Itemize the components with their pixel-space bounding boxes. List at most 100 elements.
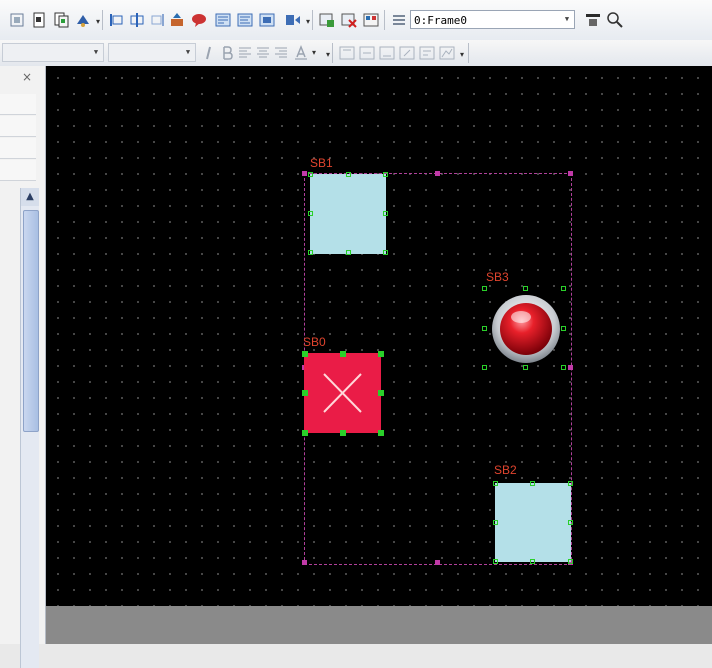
italic-icon[interactable] <box>200 44 218 62</box>
resize-handle[interactable] <box>346 172 351 177</box>
selection-handle[interactable] <box>435 560 440 565</box>
panel-scrollbar[interactable]: ▲ <box>20 188 39 668</box>
resize-handle[interactable] <box>523 286 528 291</box>
left-panel: × ▲ <box>0 66 46 668</box>
selection-handle[interactable] <box>302 560 307 565</box>
text-top-icon[interactable] <box>338 44 356 62</box>
align-center-icon[interactable] <box>128 11 146 29</box>
sb0-button[interactable] <box>304 353 381 433</box>
zoom-icon[interactable] <box>606 11 624 29</box>
text-wrap-icon[interactable] <box>418 44 436 62</box>
sb3-label: SB3 <box>486 270 509 284</box>
close-icon[interactable]: × <box>22 70 32 84</box>
resize-handle[interactable] <box>308 172 313 177</box>
resize-handle[interactable] <box>493 481 498 486</box>
resize-handle[interactable] <box>378 430 384 436</box>
page-icon[interactable] <box>30 11 48 29</box>
design-canvas[interactable]: SB1 SB3 SB0 SB2 <box>46 66 712 606</box>
resize-handle[interactable] <box>383 172 388 177</box>
panel-row[interactable] <box>0 138 36 159</box>
align-right-icon[interactable] <box>148 11 166 29</box>
layout-icon-2[interactable] <box>236 11 254 29</box>
resize-handle[interactable] <box>378 351 384 357</box>
frame-select-value: 0:Frame0 <box>414 14 467 27</box>
selection-handle[interactable] <box>568 365 573 370</box>
sb2-label: SB2 <box>494 463 517 477</box>
resize-handle[interactable] <box>482 326 487 331</box>
text-bottom-icon[interactable] <box>378 44 396 62</box>
frame-select[interactable]: 0:Frame0 ▼ <box>410 10 575 29</box>
scroll-thumb[interactable] <box>23 210 39 432</box>
resize-handle[interactable] <box>523 365 528 370</box>
frame-props-icon[interactable] <box>362 11 380 29</box>
selection-handle[interactable] <box>435 171 440 176</box>
frame-manager-icon[interactable] <box>584 11 602 29</box>
chevron-down-icon[interactable]: ▼ <box>181 44 195 61</box>
resize-handle[interactable] <box>493 559 498 564</box>
panel-row[interactable] <box>0 116 36 137</box>
resize-handle[interactable] <box>493 520 498 525</box>
layout-icon-1[interactable] <box>214 11 232 29</box>
resize-handle[interactable] <box>308 250 313 255</box>
resize-handle[interactable] <box>561 365 566 370</box>
copy-page-icon[interactable] <box>52 11 70 29</box>
resize-handle[interactable] <box>340 430 346 436</box>
sb3-lamp[interactable] <box>489 292 563 366</box>
toolbar-separator <box>468 43 469 63</box>
toolbar-separator <box>102 10 103 30</box>
canvas-bottom-area <box>46 606 712 644</box>
comment-icon[interactable] <box>190 11 208 29</box>
panel-row[interactable] <box>0 160 36 181</box>
chevron-down-icon[interactable]: ▾ <box>312 49 317 57</box>
align-text-center-icon[interactable] <box>254 44 272 62</box>
bring-front-icon[interactable] <box>168 11 186 29</box>
align-text-right-icon[interactable] <box>272 44 290 62</box>
align-text-left-icon[interactable] <box>236 44 254 62</box>
resize-handle[interactable] <box>482 286 487 291</box>
bold-icon[interactable] <box>218 44 236 62</box>
resize-handle[interactable] <box>308 211 313 216</box>
sb0-label: SB0 <box>303 335 326 349</box>
resize-handle[interactable] <box>568 559 573 564</box>
resize-handle[interactable] <box>340 351 346 357</box>
resize-handle[interactable] <box>530 481 535 486</box>
font-color-icon[interactable] <box>292 44 310 62</box>
align-left-icon[interactable] <box>108 11 126 29</box>
resize-handle[interactable] <box>383 250 388 255</box>
sb2-button[interactable] <box>495 483 571 562</box>
align-icon[interactable] <box>8 11 26 29</box>
text-fit-icon[interactable] <box>438 44 456 62</box>
scroll-up-icon[interactable]: ▲ <box>21 188 39 206</box>
text-rotate-icon[interactable] <box>398 44 416 62</box>
sb1-button[interactable] <box>310 174 386 254</box>
font-name-select[interactable]: ▼ <box>2 43 104 62</box>
text-middle-icon[interactable] <box>358 44 376 62</box>
resize-handle[interactable] <box>561 326 566 331</box>
delete-frame-icon[interactable] <box>340 11 358 29</box>
move-right-icon[interactable] <box>284 11 302 29</box>
resize-handle[interactable] <box>568 520 573 525</box>
selection-handle[interactable] <box>302 171 307 176</box>
resize-handle[interactable] <box>383 211 388 216</box>
resize-handle[interactable] <box>568 481 573 486</box>
resize-handle[interactable] <box>561 286 566 291</box>
add-frame-icon[interactable] <box>318 11 336 29</box>
chevron-down-icon[interactable]: ▼ <box>560 11 574 28</box>
resize-handle[interactable] <box>346 250 351 255</box>
panel-row[interactable] <box>0 94 36 115</box>
toolbar-grip-icon: ▾ <box>306 17 311 26</box>
chevron-down-icon[interactable]: ▼ <box>89 44 103 61</box>
resize-handle[interactable] <box>530 559 535 564</box>
font-size-select[interactable]: ▼ <box>108 43 196 62</box>
paint-icon[interactable] <box>74 11 92 29</box>
toolbar-grip-icon: ▾ <box>326 50 331 59</box>
resize-handle[interactable] <box>302 390 308 396</box>
selection-handle[interactable] <box>568 171 573 176</box>
resize-handle[interactable] <box>302 430 308 436</box>
resize-handle[interactable] <box>302 351 308 357</box>
resize-handle[interactable] <box>378 390 384 396</box>
resize-handle[interactable] <box>482 365 487 370</box>
frame-list-icon[interactable] <box>390 11 408 29</box>
layout-icon-3[interactable] <box>258 11 276 29</box>
toolbar-grip-icon: ▾ <box>96 17 101 26</box>
